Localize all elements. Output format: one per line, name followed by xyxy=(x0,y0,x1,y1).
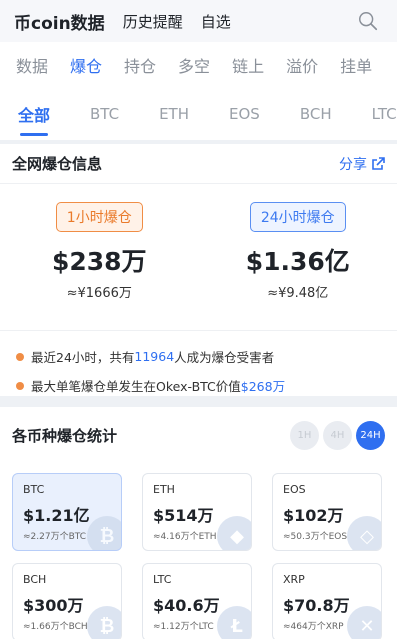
category-tabs: 数据 爆仓 持仓 多空 链上 溢价 挂单 xyxy=(0,42,397,88)
coin-card-xrp[interactable]: XRP $70.8万 ≈464万个XRP ✕ xyxy=(272,563,382,639)
summary-title: 全网爆仓信息 xyxy=(12,155,103,173)
coin-card-ltc[interactable]: LTC $40.6万 ≈1.12万个LTC Ł xyxy=(142,563,252,639)
kpi-1h-cny: ≈¥1666万 xyxy=(66,286,132,301)
coin-filter-tabs: 全部 BTC ETH EOS BCH LTC xyxy=(0,88,397,140)
note-victims-post: 人成为爆仓受害者 xyxy=(174,350,275,365)
tab-orders[interactable]: 挂单 xyxy=(340,53,372,77)
bitcoin-icon: ₿ xyxy=(87,516,121,550)
app-title[interactable]: 币coin数据 xyxy=(14,9,105,34)
coin-tab-all[interactable]: 全部 xyxy=(18,102,50,136)
tab-long-short[interactable]: 多空 xyxy=(178,53,210,77)
ethereum-icon: ◆ xyxy=(217,516,251,550)
card-symbol: EOS xyxy=(283,483,306,496)
coin-tab-eth[interactable]: ETH xyxy=(159,105,189,123)
badge-24h: 24小时爆仓 xyxy=(249,202,346,232)
coin-card-eth[interactable]: ETH $514万 ≈4.16万个ETH ◆ xyxy=(142,473,252,551)
tab-data[interactable]: 数据 xyxy=(16,53,48,77)
tab-premium[interactable]: 溢价 xyxy=(286,53,318,77)
eos-icon: ◇ xyxy=(347,516,381,550)
summary-header: 全网爆仓信息 分享 xyxy=(0,144,397,184)
stats-title: 各币种爆仓统计 xyxy=(12,426,118,445)
note-largest: 最大单笔爆仓单发生在Okex-BTC价值 $268万 xyxy=(16,376,381,395)
kpi-1h-value: $238万 xyxy=(51,247,147,276)
note-victims: 最近24小时，共有 11964 人成为爆仓受害者 xyxy=(16,347,381,366)
tab-positions[interactable]: 持仓 xyxy=(124,53,156,77)
bullet-dot xyxy=(16,381,24,390)
coin-tab-eos[interactable]: EOS xyxy=(229,105,260,123)
kpi-24h: 24小时爆仓 $1.36亿 ≈¥9.48亿 xyxy=(213,202,383,301)
note-largest-pre: 最大单笔爆仓单发生在Okex-BTC价值 xyxy=(31,379,241,394)
note-largest-value: $268万 xyxy=(240,379,286,394)
coin-tab-bch[interactable]: BCH xyxy=(300,105,332,123)
stats-header: 各币种爆仓统计 1H 4H 24H xyxy=(0,407,397,463)
top-bar: 币coin数据 历史提醒 自选 xyxy=(0,0,397,42)
coin-liquidation-stats: 各币种爆仓统计 1H 4H 24H BTC $1.21亿 ≈2.27万个BTC … xyxy=(0,407,397,639)
coin-tab-btc[interactable]: BTC xyxy=(90,105,119,123)
kpi-24h-value: $1.36亿 xyxy=(245,247,350,276)
coin-card-btc[interactable]: BTC $1.21亿 ≈2.27万个BTC ₿ xyxy=(12,473,122,551)
coin-card-eos[interactable]: EOS $102万 ≈50.3万个EOS ◇ xyxy=(272,473,382,551)
kpi-row: 1小时爆仓 $238万 ≈¥1666万 24小时爆仓 $1.36亿 ≈¥9.48… xyxy=(0,184,397,301)
bullet-dot xyxy=(16,352,24,361)
period-4h-button[interactable]: 4H xyxy=(323,420,352,450)
badge-1h: 1小时爆仓 xyxy=(55,202,143,232)
ripple-icon: ✕ xyxy=(347,606,381,639)
period-selector: 1H 4H 24H xyxy=(286,420,385,450)
share-button[interactable]: 分享 xyxy=(339,154,385,174)
coin-card-bch[interactable]: BCH $300万 ≈1.66万个BCH ₿ xyxy=(12,563,122,639)
kpi-1h: 1小时爆仓 $238万 ≈¥1666万 xyxy=(14,202,184,301)
card-symbol: LTC xyxy=(153,573,172,586)
note-victims-count: 11964 xyxy=(134,349,175,364)
tab-on-chain[interactable]: 链上 xyxy=(232,53,264,77)
nav-favorites[interactable]: 自选 xyxy=(201,11,231,32)
card-symbol: BCH xyxy=(23,573,47,586)
search-icon[interactable] xyxy=(357,10,379,32)
share-icon xyxy=(372,156,385,170)
nav-history-alerts[interactable]: 历史提醒 xyxy=(123,11,183,32)
period-1h-button[interactable]: 1H xyxy=(290,420,319,450)
share-label: 分享 xyxy=(339,156,367,173)
tab-liquidation[interactable]: 爆仓 xyxy=(70,53,102,77)
card-symbol: ETH xyxy=(153,483,175,496)
liquidation-summary-panel: 全网爆仓信息 分享 1小时爆仓 $238万 ≈¥1666万 24小时爆仓 $1.… xyxy=(0,144,397,396)
kpi-24h-cny: ≈¥9.48亿 xyxy=(267,286,329,301)
period-24h-button[interactable]: 24H xyxy=(356,420,385,450)
summary-notes: 最近24小时，共有 11964 人成为爆仓受害者 最大单笔爆仓单发生在Okex-BT… xyxy=(0,330,397,415)
card-symbol: XRP xyxy=(283,573,305,586)
card-symbol: BTC xyxy=(23,483,45,496)
litecoin-icon: Ł xyxy=(217,606,251,639)
bitcoin-cash-icon: ₿ xyxy=(87,606,121,639)
coin-tab-ltc[interactable]: LTC xyxy=(372,105,397,123)
note-victims-pre: 最近24小时，共有 xyxy=(31,350,135,365)
